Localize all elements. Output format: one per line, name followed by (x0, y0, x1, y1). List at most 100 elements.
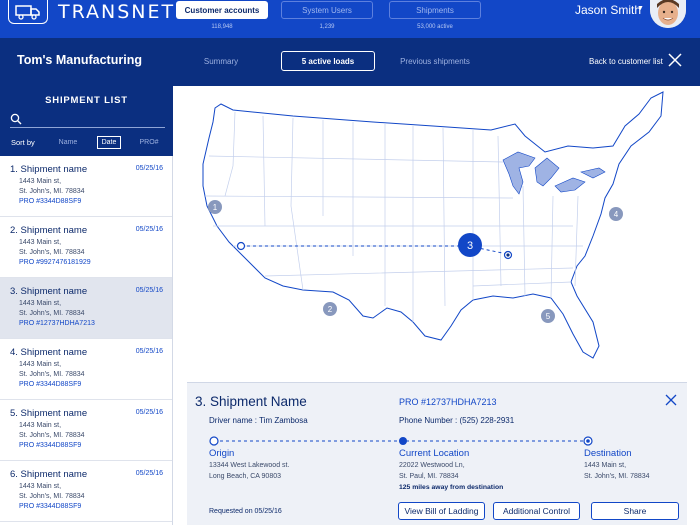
current-location-label: Current Location (399, 448, 470, 459)
map-marker[interactable]: 5 (541, 309, 555, 323)
list-item[interactable]: 1. Shipment name 05/25/16 1443 Main st, … (0, 156, 172, 217)
map-marker-active[interactable]: 3 (458, 233, 482, 257)
shipment-map[interactable]: 1 2 3 4 5 (173, 86, 700, 386)
shipment-pro: PRO #9927476181929 (19, 259, 91, 266)
shipment-progress-timeline (209, 436, 593, 446)
shipment-address-line2: St. John's, MI. 78834 (19, 493, 85, 500)
driver-name: Driver name : Tim Zambosa (209, 416, 308, 425)
search-icon (10, 113, 22, 125)
destination-label: Destination (584, 448, 632, 459)
close-icon[interactable] (668, 53, 682, 67)
tab-active-loads[interactable]: 5 active loads (281, 51, 375, 71)
origin-point (209, 436, 219, 446)
back-to-customer-list-link[interactable]: Back to customer list (589, 57, 663, 66)
shipment-address-line1: 1443 Main st, (19, 361, 62, 368)
current-address-line1: 22022 Westwood Ln, (399, 462, 465, 469)
us-map: 1 2 3 4 5 (202, 91, 664, 359)
origin-label: Origin (209, 448, 235, 459)
shipment-address-line1: 1443 Main st, (19, 483, 62, 490)
shipment-address-line1: 1443 Main st, (19, 300, 62, 307)
shipment-address-line1: 1443 Main st, (19, 178, 62, 185)
phone-number: Phone Number : (525) 228-2931 (399, 416, 515, 425)
map-marker[interactable]: 4 (609, 207, 623, 221)
detail-pro-number: PRO #12737HDHA7213 (399, 397, 497, 407)
top-bar: TRANSNET Customer accounts 118,948 Syste… (0, 0, 700, 38)
sort-by-label: Sort by (11, 138, 35, 147)
shipment-address-line2: St. John's, MI. 78834 (19, 371, 85, 378)
shipment-pro: PRO #3344D88SF9 (19, 381, 82, 388)
sort-by-name[interactable]: Name (51, 136, 85, 149)
shipment-date: 05/25/16 (135, 287, 163, 294)
shipment-address-line1: 1443 Main st, (19, 239, 62, 246)
shipment-address-line2: St. John's, MI. 78834 (19, 432, 85, 439)
tab-customer-accounts[interactable]: Customer accounts (176, 1, 268, 19)
shipment-address-line2: St. John's, MI. 78834 (19, 249, 85, 256)
shipment-title: 3. Shipment name (10, 286, 88, 297)
tab-shipments[interactable]: Shipments (389, 1, 481, 19)
user-name[interactable]: Jason Smith (575, 3, 641, 17)
list-item[interactable]: 4. Shipment name 05/25/16 1443 Main st, … (0, 339, 172, 400)
shipment-address-line2: St. John's, MI. 78834 (19, 310, 85, 317)
map-marker[interactable]: 1 (208, 200, 222, 214)
chevron-down-icon[interactable]: ▼ (637, 5, 644, 12)
shipment-title: 5. Shipment name (10, 408, 88, 419)
brand-name: TRANSNET (58, 1, 176, 23)
sort-by-date[interactable]: Date (97, 136, 121, 149)
list-item[interactable]: 6. Shipment name 05/25/16 1443 Main st, … (0, 461, 172, 522)
shipment-detail-title: 3. Shipment Name (195, 394, 307, 409)
current-address-line2: St. Paul, MI. 78834 (399, 473, 459, 480)
distance-remaining: 125 miles away from destination (399, 484, 504, 491)
view-bill-of-lading-button[interactable]: View Bill of Ladding (398, 502, 485, 520)
tab-previous-shipments[interactable]: Previous shipments (392, 51, 478, 71)
search-input[interactable] (10, 112, 165, 128)
system-users-count: 1,239 (319, 24, 335, 30)
shipment-list-panel: SHIPMENT LIST Sort by Name Date PRO# 1. … (0, 86, 173, 525)
additional-control-button[interactable]: Additional Control (493, 502, 580, 520)
svg-text:1: 1 (213, 203, 218, 212)
shipment-pro: PRO #3344D88SF9 (19, 442, 82, 449)
requested-date: Requested on 05/25/16 (209, 508, 282, 515)
origin-address-line2: Long Beach, CA 90803 (209, 473, 282, 480)
svg-text:4: 4 (614, 210, 619, 219)
shipment-detail-panel: 3. Shipment Name Driver name : Tim Zambo… (187, 382, 687, 525)
list-item[interactable]: 5. Shipment name 05/25/16 1443 Main st, … (0, 400, 172, 461)
share-button[interactable]: Share (591, 502, 679, 520)
shipment-date: 05/25/16 (135, 409, 163, 416)
svg-text:2: 2 (328, 305, 333, 314)
sort-by-pro[interactable]: PRO# (134, 136, 164, 149)
tab-summary[interactable]: Summary (190, 51, 252, 71)
us-outline (202, 91, 664, 359)
shipment-pro: PRO #3344D88SF9 (19, 503, 82, 510)
svg-text:5: 5 (546, 312, 551, 321)
close-icon[interactable] (665, 393, 677, 406)
svg-text:3: 3 (467, 240, 473, 252)
shipments-count: 53,000 active (417, 24, 453, 30)
map-marker[interactable]: 2 (323, 302, 337, 316)
company-name: Tom's Manufacturing (17, 53, 142, 67)
shipment-address-line2: St. John's, MI. 78834 (19, 188, 85, 195)
current-location-point (399, 437, 407, 445)
shipment-date: 05/25/16 (135, 470, 163, 477)
shipment-date: 05/25/16 (135, 226, 163, 233)
shipment-title: 4. Shipment name (10, 347, 88, 358)
shipment-pro: PRO #12737HDHA7213 (19, 320, 95, 327)
customer-accounts-count: 118,948 (211, 24, 233, 30)
list-item[interactable]: 2. Shipment name 05/25/16 1443 Main st, … (0, 217, 172, 278)
shipment-date: 05/25/16 (135, 165, 163, 172)
shipment-title: 2. Shipment name (10, 225, 88, 236)
shipment-address-line1: 1443 Main st, (19, 422, 62, 429)
shipment-pro: PRO #3344D88SF9 (19, 198, 82, 205)
shipment-list-title: SHIPMENT LIST (45, 95, 128, 106)
tab-system-users[interactable]: System Users (281, 1, 373, 19)
shipment-title: 1. Shipment name (10, 164, 88, 175)
shipment-list-header: SHIPMENT LIST Sort by Name Date PRO# (0, 86, 173, 156)
shipment-date: 05/25/16 (135, 348, 163, 355)
shipment-title: 6. Shipment name (10, 469, 88, 480)
avatar[interactable] (650, 0, 686, 28)
destination-address-line2: St. John's, MI. 78834 (584, 473, 650, 480)
origin-address-line1: 13344 West Lakewood st. (209, 462, 290, 469)
truck-logo-icon (8, 0, 48, 24)
account-header: Tom's Manufacturing Summary 5 active loa… (0, 38, 700, 86)
origin-marker[interactable] (236, 241, 246, 251)
list-item[interactable]: 3. Shipment name 05/25/16 1443 Main st, … (0, 278, 172, 339)
